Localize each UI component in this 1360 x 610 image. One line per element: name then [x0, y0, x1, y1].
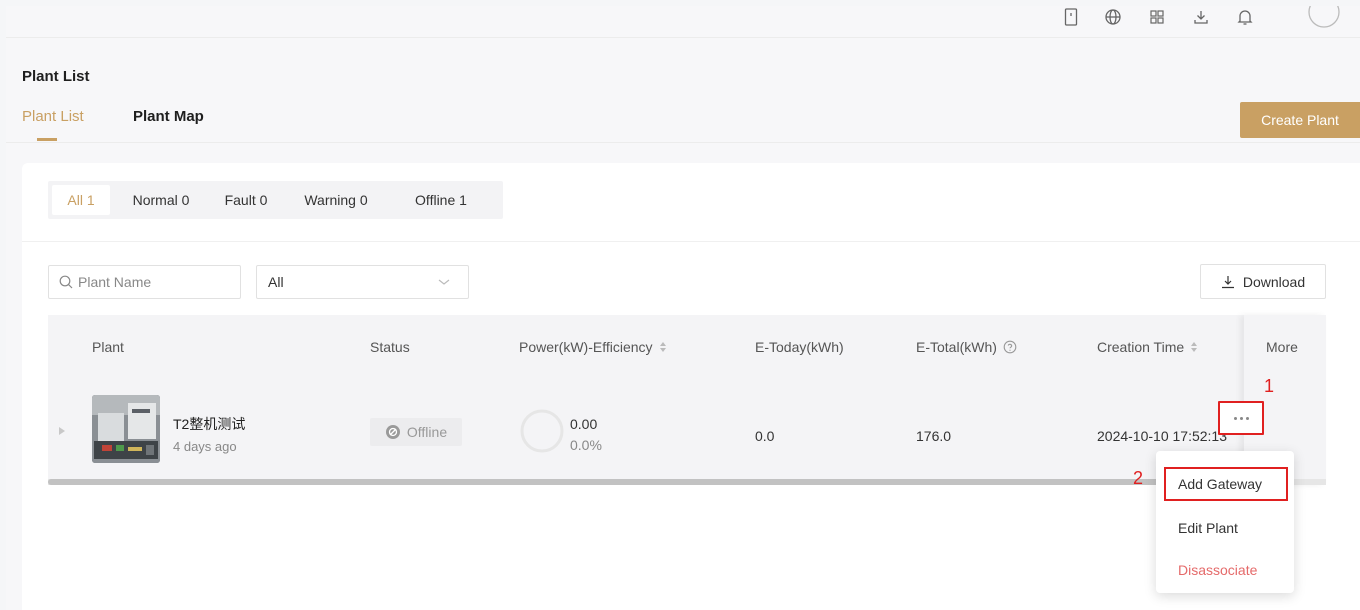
power-value: 0.00 — [570, 416, 598, 432]
plant-age: 4 days ago — [173, 439, 237, 454]
offline-status-icon — [385, 425, 400, 439]
col-status: Status — [370, 339, 410, 355]
expand-row-icon[interactable] — [58, 426, 66, 436]
page-title: Plant List — [22, 68, 90, 85]
active-tab-indicator — [37, 138, 57, 141]
col-e-total: E-Total(kWh) — [916, 339, 1017, 355]
search-icon — [59, 275, 73, 289]
col-e-today: E-Today(kWh) — [755, 339, 844, 355]
download-icon[interactable] — [1190, 6, 1212, 28]
avatar[interactable] — [1306, 6, 1342, 28]
e-total-value: 176.0 — [916, 428, 952, 444]
tabs-divider — [6, 142, 1360, 143]
status-select[interactable]: All — [256, 265, 469, 299]
plant-name[interactable]: T2整机测试 — [173, 414, 245, 434]
table-header: Plant Status Power(kW)-Efficiency E-Toda… — [48, 315, 1326, 381]
download-label: Download — [1242, 273, 1306, 290]
col-power-efficiency[interactable]: Power(kW)-Efficiency — [519, 339, 667, 355]
menu-item-edit-plant[interactable]: Edit Plant — [1164, 511, 1288, 545]
creation-time-value: 2024-10-10 17:52:13 — [1097, 428, 1227, 444]
search-input[interactable] — [78, 274, 228, 290]
filter-all[interactable]: All 1 — [52, 185, 110, 215]
sort-icon[interactable] — [1190, 341, 1198, 353]
annotation-step-2: 2 — [1133, 468, 1144, 488]
scrollbar-thumb[interactable] — [48, 479, 1274, 485]
e-today-value: 0.0 — [755, 428, 775, 444]
efficiency-ring — [520, 409, 564, 453]
top-bar — [6, 6, 1360, 38]
sort-icon[interactable] — [659, 341, 667, 353]
globe-icon[interactable] — [1102, 6, 1124, 28]
menu-item-disassociate[interactable]: Disassociate — [1164, 553, 1288, 587]
efficiency-value: 0.0% — [570, 437, 602, 453]
filter-fault[interactable]: Fault 0 — [208, 185, 284, 215]
more-actions-button[interactable] — [1218, 401, 1264, 435]
filter-divider — [22, 241, 1360, 242]
mobile-icon[interactable] — [1060, 6, 1082, 28]
more-actions-menu: Add Gateway Edit Plant Disassociate — [1156, 451, 1294, 593]
create-plant-button[interactable]: Create Plant — [1240, 102, 1360, 138]
filter-offline[interactable]: Offline 1 — [388, 185, 494, 215]
filter-warning[interactable]: Warning 0 — [288, 185, 384, 215]
tab-plant-map[interactable]: Plant Map — [133, 108, 204, 125]
help-icon[interactable] — [1003, 340, 1017, 354]
plant-thumbnail — [92, 395, 160, 463]
download-button[interactable]: Download — [1200, 264, 1326, 299]
download-icon — [1221, 275, 1234, 288]
chevron-down-icon — [438, 279, 450, 285]
menu-item-add-gateway[interactable]: Add Gateway — [1164, 467, 1288, 501]
apps-grid-icon[interactable] — [1146, 6, 1168, 28]
more-dots-icon — [1233, 416, 1249, 420]
plant-list-page: Plant List Plant List Plant Map Create P… — [6, 6, 1360, 610]
filter-normal[interactable]: Normal 0 — [118, 185, 204, 215]
tab-plant-list[interactable]: Plant List — [22, 108, 84, 125]
status-select-value: All — [268, 274, 284, 290]
plant-search[interactable] — [48, 265, 241, 299]
col-creation-time[interactable]: Creation Time — [1097, 339, 1198, 355]
bell-icon[interactable] — [1234, 6, 1256, 28]
table-row[interactable]: T2整机测试 4 days ago Offline 0.00 0.0% 0.0 … — [48, 381, 1244, 479]
col-more: More — [1266, 339, 1298, 355]
status-badge: Offline — [370, 418, 462, 446]
annotation-step-1: 1 — [1264, 376, 1275, 396]
col-plant: Plant — [92, 339, 124, 355]
status-filter-group: All 1 Normal 0 Fault 0 Warning 0 Offline… — [48, 181, 503, 219]
plant-table: Plant Status Power(kW)-Efficiency E-Toda… — [48, 315, 1326, 485]
